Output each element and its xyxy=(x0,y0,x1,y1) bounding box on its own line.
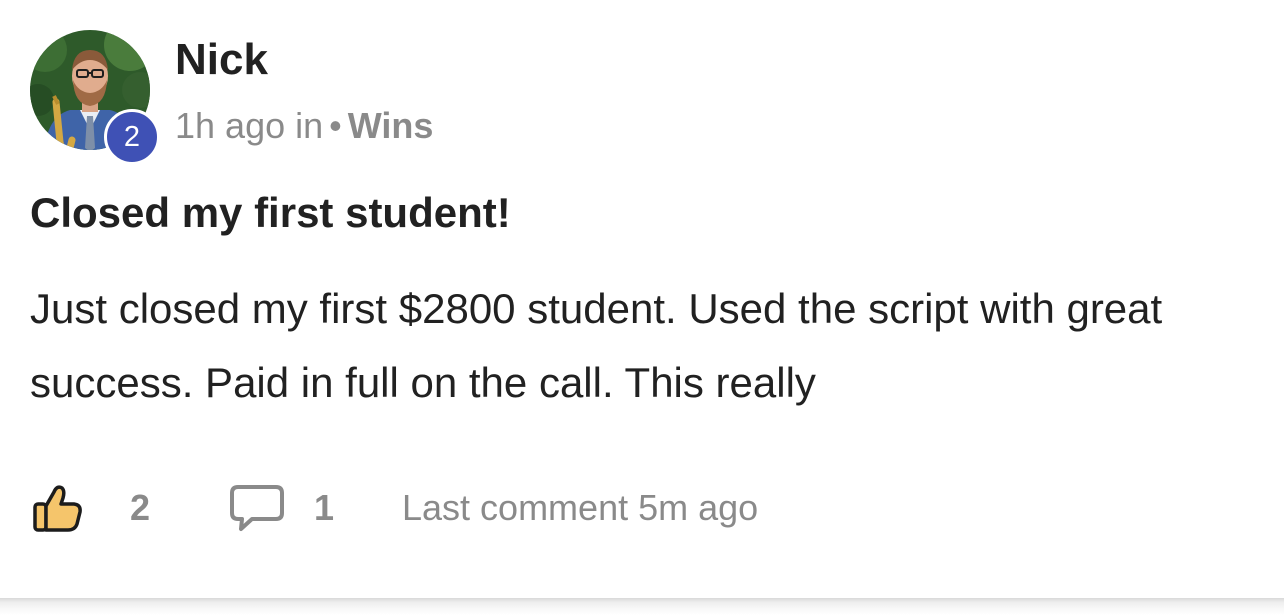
last-comment-time: Last comment 5m ago xyxy=(402,487,759,528)
post-category-link[interactable]: Wins xyxy=(348,105,434,146)
post-card[interactable]: 2 Nick 1h ago in • Wins Closed my first st… xyxy=(0,0,1284,600)
post-body[interactable]: Just closed my first $2800 student. Used… xyxy=(30,272,1250,420)
like-button[interactable] xyxy=(30,478,90,538)
level-badge: 2 xyxy=(104,109,160,165)
post-footer: 2 1 Last comment 5m ago xyxy=(30,478,758,538)
comment-count: 1 xyxy=(314,487,335,528)
author-avatar-group[interactable]: 2 xyxy=(30,30,162,165)
post-meta: 1h ago in • Wins xyxy=(175,102,433,150)
post-time: 1h ago in xyxy=(175,105,324,146)
comment-button[interactable] xyxy=(228,478,288,538)
post-title[interactable]: Closed my first student! xyxy=(30,186,511,240)
comment-bubble-icon xyxy=(230,485,284,531)
card-shadow xyxy=(0,598,1284,615)
like-count: 2 xyxy=(130,487,151,528)
author-name[interactable]: Nick xyxy=(175,33,268,87)
thumbs-up-icon xyxy=(33,485,82,532)
meta-separator: • xyxy=(329,105,342,146)
